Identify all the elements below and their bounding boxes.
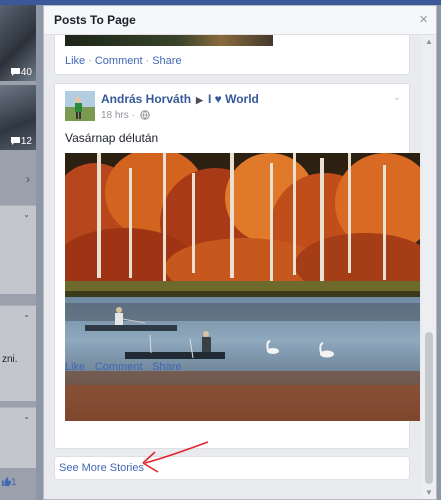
like-count[interactable]: 1: [2, 477, 17, 488]
post-card: András Horváth ▶ I ♥ World 18 hrs · ⌄ Vasá…: [54, 83, 420, 449]
background-card: ⌄: [0, 205, 36, 294]
chevron-down-icon[interactable]: ⌄: [23, 210, 30, 219]
separator: ·: [131, 110, 135, 121]
separator: ·: [88, 55, 92, 67]
post-text: Vasárnap délután: [65, 131, 159, 145]
like-link[interactable]: Like: [65, 55, 85, 67]
globe-icon: [140, 110, 150, 120]
autumn-lake-photo: [65, 153, 420, 421]
close-icon[interactable]: ×: [419, 11, 428, 28]
post-meta: 18 hrs ·: [101, 110, 150, 121]
see-more-stories-link[interactable]: See More Stories: [59, 462, 144, 474]
background-right-edge: [437, 5, 441, 500]
chevron-down-icon[interactable]: ⌄: [23, 310, 30, 319]
comment-icon: [10, 137, 20, 145]
separator: ·: [88, 361, 92, 373]
post-actions: Like · Comment · Share: [65, 55, 182, 67]
chevron-down-icon[interactable]: ⌄: [393, 92, 401, 103]
comment-count: 40: [10, 67, 32, 78]
page-name[interactable]: I ♥ World: [208, 92, 259, 106]
post-header: András Horváth ▶ I ♥ World: [101, 92, 259, 106]
arrow-right-icon: ▶: [196, 95, 203, 105]
scrollbar-thumb[interactable]: [425, 332, 433, 484]
background-thumbnail[interactable]: 12: [0, 85, 36, 150]
avatar[interactable]: [65, 91, 95, 121]
separator: ·: [145, 55, 150, 67]
vertical-scrollbar[interactable]: ▲ ▼: [422, 35, 436, 499]
background-thumbnail[interactable]: 40: [0, 5, 36, 81]
comment-link[interactable]: Comment: [95, 361, 143, 373]
thumbs-up-icon: [2, 477, 11, 486]
comment-icon: [10, 68, 20, 76]
post-card: Like · Comment · Share: [54, 35, 410, 75]
post-photo[interactable]: [65, 153, 420, 421]
post-time[interactable]: 18 hrs: [101, 110, 129, 121]
red-arrow-annotation: [142, 441, 209, 473]
background-text-fragment: zni.: [2, 354, 18, 365]
dialog-header: Posts To Page ×: [44, 6, 436, 35]
post-actions: Like · Comment · Share: [65, 361, 182, 373]
see-more-bar: See More Stories: [54, 456, 410, 480]
background-card: ⌄ zni.: [0, 305, 36, 401]
chevron-right-icon[interactable]: ›: [26, 172, 30, 186]
scroll-down-icon[interactable]: ▼: [425, 488, 433, 497]
separator: ·: [145, 361, 150, 373]
comment-link[interactable]: Comment: [95, 55, 143, 67]
share-link[interactable]: Share: [152, 361, 181, 373]
background-left-column: 40 12 › ⌄ ⌄ zni. ⌄ 1: [0, 5, 36, 500]
background-card: ⌄: [0, 407, 36, 468]
author-name[interactable]: András Horváth: [101, 92, 191, 106]
scroll-up-icon[interactable]: ▲: [425, 37, 433, 46]
chevron-down-icon[interactable]: ⌄: [23, 412, 30, 421]
comment-count: 12: [10, 136, 32, 147]
dialog-title: Posts To Page: [54, 13, 136, 27]
posts-to-page-dialog: Posts To Page × Like · Comment · Share A…: [43, 5, 437, 500]
posts-scroll-area[interactable]: Like · Comment · Share András Horváth ▶ I ♥ Wo…: [44, 35, 436, 499]
share-link[interactable]: Share: [152, 55, 181, 67]
post-image[interactable]: [65, 35, 273, 46]
like-link[interactable]: Like: [65, 361, 85, 373]
